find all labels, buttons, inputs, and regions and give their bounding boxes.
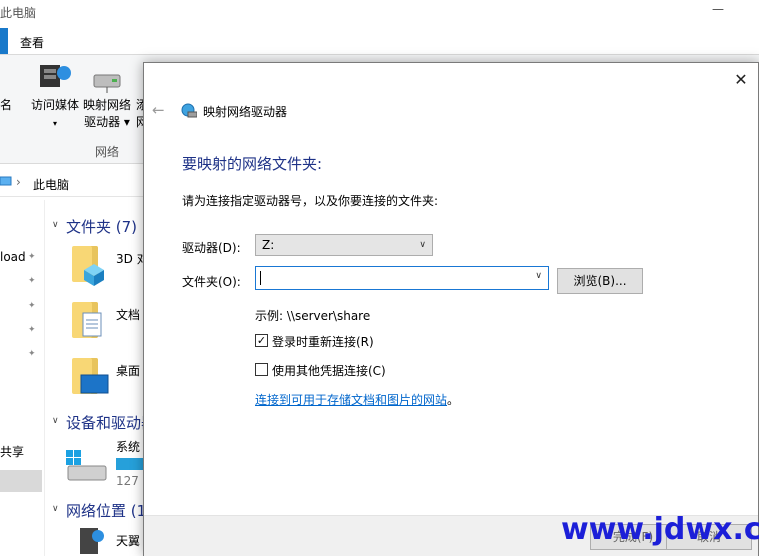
address-text: 此电脑 (33, 178, 70, 192)
drive-letter-select[interactable]: Z: ∨ (255, 234, 433, 256)
watermark-text: www.jdwx.cn (561, 512, 759, 547)
tab-view[interactable]: 查看 (20, 34, 44, 51)
reconnect-label[interactable]: 登录时重新连接(R) (272, 333, 374, 350)
other-credentials-label[interactable]: 使用其他凭据连接(C) (272, 362, 386, 379)
folder-label: 文件夹(O): (182, 275, 241, 289)
dialog-heading: 要映射的网络文件夹: (182, 155, 323, 173)
map-network-drive-button[interactable]: 映射网络 驱动器 ▾ (80, 97, 134, 131)
website-link-line: 连接到可用于存储文档和图片的网站。 (255, 391, 459, 408)
desktop-icon (80, 374, 109, 394)
pin-icon: ✦ (28, 349, 36, 359)
checkmark-icon: ✓ (256, 334, 267, 347)
nav-item-share[interactable]: 共享 (0, 443, 24, 460)
nav-item-download[interactable]: load (0, 250, 26, 264)
dialog-title: 映射网络驱动器 (203, 105, 288, 119)
3d-objects-icon (84, 264, 104, 286)
drive-name[interactable]: 系统 (116, 438, 140, 455)
ribbon-group-label: 网络 (95, 145, 120, 159)
text-caret (260, 271, 261, 285)
ribbon-partial-label: 名 (0, 98, 13, 112)
access-media-button[interactable]: 访问媒体 ▾ (28, 97, 82, 132)
chevron-down-icon[interactable]: ∨ (52, 416, 59, 426)
section-network[interactable]: 网络位置 (1 (66, 500, 146, 521)
media-icon (40, 65, 71, 87)
ribbon-tabs: 查看 (0, 28, 759, 55)
computer-icon (0, 176, 12, 186)
website-link[interactable]: 连接到可用于存储文档和图片的网站 (255, 393, 447, 407)
reconnect-checkbox[interactable]: ✓ (255, 334, 268, 347)
close-icon[interactable]: ✕ (732, 71, 750, 89)
nav-selected-highlight (0, 470, 42, 492)
pin-icon: ✦ (28, 325, 36, 335)
chevron-down-icon[interactable]: ∨ (52, 504, 59, 514)
drive-usage-bar (116, 458, 146, 470)
map-network-drive-dialog: ✕ ← 映射网络驱动器 要映射的网络文件夹: 请为连接指定驱动器号，以及你要连接… (143, 62, 759, 556)
link-suffix: 。 (447, 393, 460, 407)
dropdown-arrow-icon: ▾ (52, 119, 57, 128)
network-media-icon (80, 528, 104, 554)
folder-path-input[interactable]: ∨ (255, 266, 549, 290)
chevron-down-icon: ∨ (419, 240, 426, 250)
window-title: 此电脑 (0, 6, 37, 20)
network-item-name[interactable]: 天翼 (116, 532, 140, 549)
minimize-icon[interactable]: — (712, 2, 724, 16)
network-drive-icon (181, 103, 197, 118)
tab-file[interactable] (0, 28, 8, 54)
browse-button[interactable]: 浏览(B)... (557, 268, 643, 294)
drive-label: 驱动器(D): (182, 241, 241, 255)
back-arrow-icon[interactable]: ← (152, 101, 165, 119)
pin-icon: ✦ (28, 301, 36, 311)
drive-letter-value: Z: (262, 238, 275, 252)
other-credentials-checkbox[interactable] (255, 363, 268, 376)
documents-icon (82, 312, 102, 337)
chevron-right-icon[interactable]: › (16, 175, 21, 189)
pin-icon: ✦ (28, 276, 36, 286)
pin-icon: ✦ (28, 252, 36, 262)
chevron-down-icon[interactable]: ∨ (535, 271, 542, 281)
access-media-label: 访问媒体 (30, 98, 79, 112)
example-text: 示例: \\server\share (255, 309, 371, 323)
dialog-instruction: 请为连接指定驱动器号，以及你要连接的文件夹: (182, 194, 439, 208)
navigation-pane: load ✦ ✦ ✦ ✦ ✦ 共享 (0, 200, 45, 556)
chevron-down-icon[interactable]: ∨ (52, 220, 59, 230)
folder-name[interactable]: 文档 (116, 306, 140, 323)
system-drive-icon (66, 450, 107, 481)
section-folders[interactable]: 文件夹 (7) (66, 216, 137, 237)
folder-name[interactable]: 桌面 (116, 362, 140, 379)
network-drive-icon (93, 74, 121, 93)
